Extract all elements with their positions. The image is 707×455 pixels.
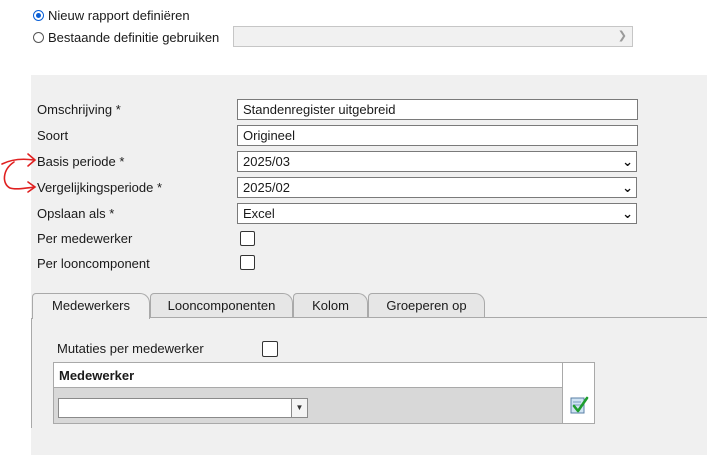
soort-input[interactable]: Origineel: [237, 125, 638, 146]
per-medewerker-label: Per medewerker: [37, 231, 133, 246]
per-medewerker-checkbox[interactable]: [240, 231, 255, 246]
tab-looncomponenten[interactable]: Looncomponenten: [150, 293, 293, 318]
radio-existing-definition-label: Bestaande definitie gebruiken: [48, 30, 220, 45]
medewerker-grid: Medewerker ▼: [53, 362, 595, 424]
grid-header-medewerker: Medewerker: [54, 363, 563, 388]
tab-strip: Medewerkers Looncomponenten Kolom Groepe…: [31, 293, 707, 319]
chevron-down-icon: ⌄: [622, 154, 633, 169]
per-looncomponent-checkbox[interactable]: [240, 255, 255, 270]
tab-body-border: [31, 318, 32, 428]
mutaties-label: Mutaties per medewerker: [57, 341, 204, 356]
per-looncomponent-label: Per looncomponent: [37, 256, 150, 271]
medewerker-combo[interactable]: ▼: [58, 398, 308, 418]
existing-definition-select[interactable]: ❯: [233, 26, 633, 47]
opslaan-als-value: Excel: [243, 206, 275, 221]
radio-existing-definition[interactable]: Bestaande definitie gebruiken: [33, 30, 219, 45]
tab-divider: [150, 317, 707, 318]
vergelijkingsperiode-select[interactable]: 2025/02 ⌄: [237, 177, 637, 198]
omschrijving-input[interactable]: Standenregister uitgebreid: [237, 99, 638, 120]
tab-kolom[interactable]: Kolom: [293, 293, 368, 318]
annotation-arrows-icon: [1, 153, 37, 193]
basis-periode-label: Basis periode *: [37, 154, 125, 169]
omschrijving-label: Omschrijving *: [37, 102, 121, 117]
mutaties-checkbox[interactable]: [262, 341, 278, 357]
radio-new-report[interactable]: Nieuw rapport definiëren: [33, 8, 190, 23]
caret-down-icon[interactable]: ▼: [291, 399, 307, 417]
tab-groeperen-op[interactable]: Groeperen op: [368, 293, 485, 318]
checkmark-apply-icon[interactable]: [569, 395, 589, 415]
grid-input-row: ▼: [54, 388, 563, 423]
chevron-down-icon: ⌄: [622, 180, 633, 195]
vergelijkingsperiode-value: 2025/02: [243, 180, 290, 195]
chevron-down-icon: ⌄: [622, 206, 633, 221]
radio-existing-definition-button[interactable]: [33, 32, 44, 43]
opslaan-als-select[interactable]: Excel ⌄: [237, 203, 637, 224]
radio-new-report-button[interactable]: [33, 10, 44, 21]
opslaan-als-label: Opslaan als *: [37, 206, 115, 221]
radio-new-report-label: Nieuw rapport definiëren: [48, 8, 190, 23]
basis-periode-value: 2025/03: [243, 154, 290, 169]
soort-label: Soort: [37, 128, 69, 143]
tab-medewerkers[interactable]: Medewerkers: [32, 293, 150, 319]
chevron-down-icon: ❯: [617, 30, 627, 42]
basis-periode-select[interactable]: 2025/03 ⌄: [237, 151, 637, 172]
vergelijkingsperiode-label: Vergelijkingsperiode *: [37, 180, 163, 195]
